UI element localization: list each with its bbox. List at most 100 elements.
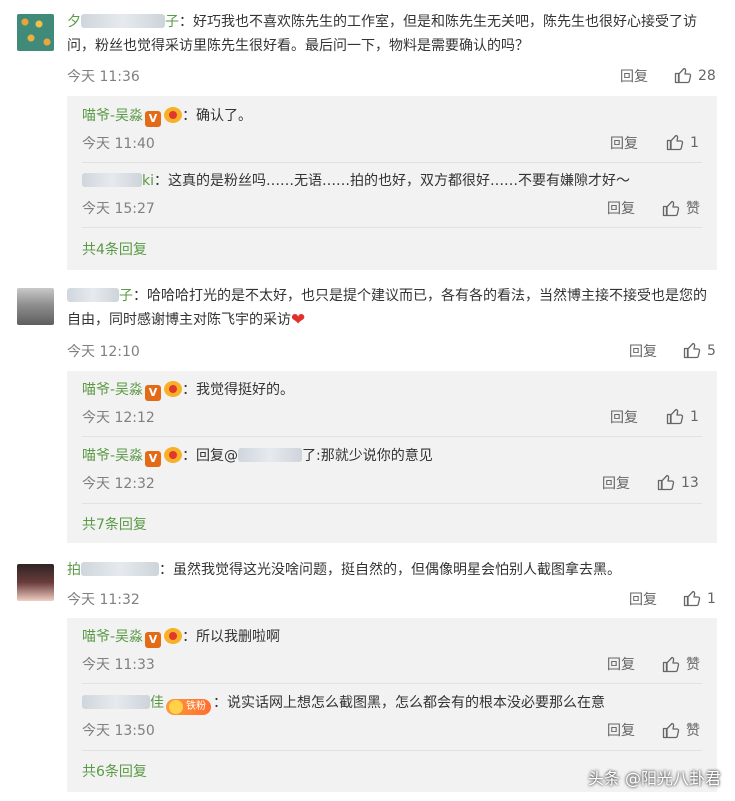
timestamp: 今天 13:50 <box>82 723 155 739</box>
divider <box>82 503 702 504</box>
reply-mention-prefix: ：回复@ <box>182 448 239 464</box>
avatar[interactable] <box>17 564 54 601</box>
timestamp: 今天 12:32 <box>82 476 155 492</box>
timestamp: 今天 12:10 <box>67 344 140 360</box>
reply-meta: 今天 11:33 回复 赞 <box>82 654 702 674</box>
thumbs-up-icon <box>657 474 675 491</box>
reply-body: 了:那就少说你的意见 <box>302 448 433 464</box>
username-tail[interactable]: 子 <box>165 14 179 30</box>
thumbs-up-icon <box>683 590 701 607</box>
username[interactable]: 拍 <box>67 562 81 578</box>
like-button[interactable]: 1 <box>666 133 699 151</box>
username-tail[interactable]: 子 <box>119 288 133 304</box>
thumbs-up-icon <box>666 134 684 151</box>
verified-badge-icon: V <box>145 632 162 648</box>
reply-author[interactable]: ki <box>142 173 154 189</box>
reply-meta: 今天 11:40 回复 1 <box>82 133 702 153</box>
crown-badge-icon <box>164 628 183 644</box>
reply-author[interactable]: 喵爷-吴淼 <box>82 629 143 645</box>
avatar[interactable] <box>17 14 54 51</box>
reply-author[interactable]: 喵爷-吴淼 <box>82 382 143 398</box>
verified-badge-icon: V <box>145 111 162 127</box>
like-button[interactable]: 1 <box>683 589 716 607</box>
reply-button[interactable]: 回复 <box>607 720 635 740</box>
like-button[interactable]: 赞 <box>662 720 700 740</box>
reply-button[interactable]: 回复 <box>607 198 635 218</box>
timestamp: 今天 15:27 <box>82 201 155 217</box>
reply-text: 喵爷-吴淼 V ：所以我删啦啊 <box>82 627 702 648</box>
like-count: 赞 <box>686 657 700 673</box>
like-count: 1 <box>707 591 716 607</box>
view-more-replies-link[interactable]: 共7条回复 <box>82 514 147 534</box>
divider <box>82 162 702 163</box>
like-count: 1 <box>690 135 699 151</box>
reply-body: ：这真的是粉丝吗……无语……拍的也好，双方都很好……不要有嫌隙才好～ <box>154 173 630 189</box>
avatar[interactable] <box>17 288 54 325</box>
reply-text: 佳铁粉 ：说实话网上想怎么截图黑，怎么都会有的根本没必要那么在意 <box>82 693 702 715</box>
thumbs-up-icon <box>662 656 680 673</box>
like-count: 5 <box>707 343 716 359</box>
timestamp: 今天 11:33 <box>82 657 155 673</box>
reply-text: 喵爷-吴淼 V ：回复@ 了:那就少说你的意见 <box>82 446 702 467</box>
reply-meta: 今天 12:32 回复 13 <box>82 473 702 493</box>
thumbs-up-icon <box>683 342 701 359</box>
reply-button[interactable]: 回复 <box>610 407 638 427</box>
username-blurred <box>67 288 119 302</box>
comment-body: ：虽然我觉得这光没啥问题，挺自然的，但偶像明星会怕别人截图拿去黑。 <box>159 562 621 578</box>
like-count: 1 <box>690 409 699 425</box>
like-button[interactable]: 赞 <box>662 198 700 218</box>
crown-badge-icon <box>164 447 183 463</box>
reply-thread: 喵爷-吴淼 V ：确认了。 今天 11:40 回复 1 ki：这真的是粉丝吗……无语… <box>67 96 717 270</box>
view-more-replies-link[interactable]: 共4条回复 <box>82 239 147 259</box>
reply-button[interactable]: 回复 <box>607 654 635 674</box>
like-count: 赞 <box>686 201 700 217</box>
reply-button[interactable]: 回复 <box>602 473 630 493</box>
reply-author[interactable]: 喵爷-吴淼 <box>82 108 143 124</box>
reply-meta: 今天 15:27 回复 赞 <box>82 198 702 218</box>
reply-meta: 今天 13:50 回复 赞 <box>82 720 702 740</box>
like-button[interactable]: 28 <box>674 66 716 84</box>
username-blurred <box>82 695 150 709</box>
timestamp: 今天 12:12 <box>82 410 155 426</box>
reply-author[interactable]: 喵爷-吴淼 <box>82 448 143 464</box>
comment-meta: 今天 11:32 回复 1 <box>67 589 717 609</box>
mention-blurred[interactable] <box>238 448 303 462</box>
username-blurred <box>82 173 142 187</box>
comment-text: 子：哈哈哈打光的是不太好，也只是提个建议而已，各有各的看法，当然博主接不接受也是… <box>67 284 717 332</box>
reply-text: 喵爷-吴淼 V ：我觉得挺好的。 <box>82 380 702 401</box>
reply-body: ：说实话网上想怎么截图黑，怎么都会有的根本没必要那么在意 <box>213 695 605 711</box>
reply-body: ：我觉得挺好的。 <box>182 382 295 398</box>
like-button[interactable]: 1 <box>666 407 699 425</box>
like-count: 赞 <box>686 723 700 739</box>
comment-body: ：哈哈哈打光的是不太好，也只是提个建议而已，各有各的看法，当然博主接不接受也是您… <box>67 288 707 328</box>
reply-text: ki：这真的是粉丝吗……无语……拍的也好，双方都很好……不要有嫌隙才好～ <box>82 171 702 191</box>
crown-badge-icon <box>164 381 183 397</box>
reply-author[interactable]: 佳 <box>150 695 164 711</box>
reply-body: ：所以我删啦啊 <box>182 629 281 645</box>
like-button[interactable]: 赞 <box>662 654 700 674</box>
reply-text: 喵爷-吴淼 V ：确认了。 <box>82 106 702 127</box>
like-button[interactable]: 13 <box>657 473 699 491</box>
heart-emoji-icon: ❤ <box>291 310 306 330</box>
view-more-replies-link[interactable]: 共6条回复 <box>82 761 147 781</box>
thumbs-up-icon <box>662 722 680 739</box>
divider <box>82 227 702 228</box>
reply-button[interactable]: 回复 <box>629 589 657 609</box>
comment-meta: 今天 12:10 回复 5 <box>67 341 717 361</box>
like-button[interactable]: 5 <box>683 341 716 359</box>
crown-badge-icon <box>164 107 183 123</box>
reply-button[interactable]: 回复 <box>610 133 638 153</box>
reply-button[interactable]: 回复 <box>629 341 657 361</box>
username[interactable]: 夕 <box>67 14 81 30</box>
like-count: 13 <box>681 475 699 491</box>
reply-button[interactable]: 回复 <box>620 66 648 86</box>
reply-thread: 喵爷-吴淼 V ：我觉得挺好的。 今天 12:12 回复 1 喵爷-吴淼 V ：回复@ 了… <box>67 371 717 543</box>
reply-meta: 今天 12:12 回复 1 <box>82 407 702 427</box>
username-blurred <box>81 562 159 576</box>
divider <box>82 436 702 437</box>
reply-body: ：确认了。 <box>182 108 253 124</box>
username-blurred <box>81 14 165 28</box>
thumbs-up-icon <box>662 200 680 217</box>
timestamp: 今天 11:36 <box>67 69 140 85</box>
verified-badge-icon: V <box>145 451 162 467</box>
